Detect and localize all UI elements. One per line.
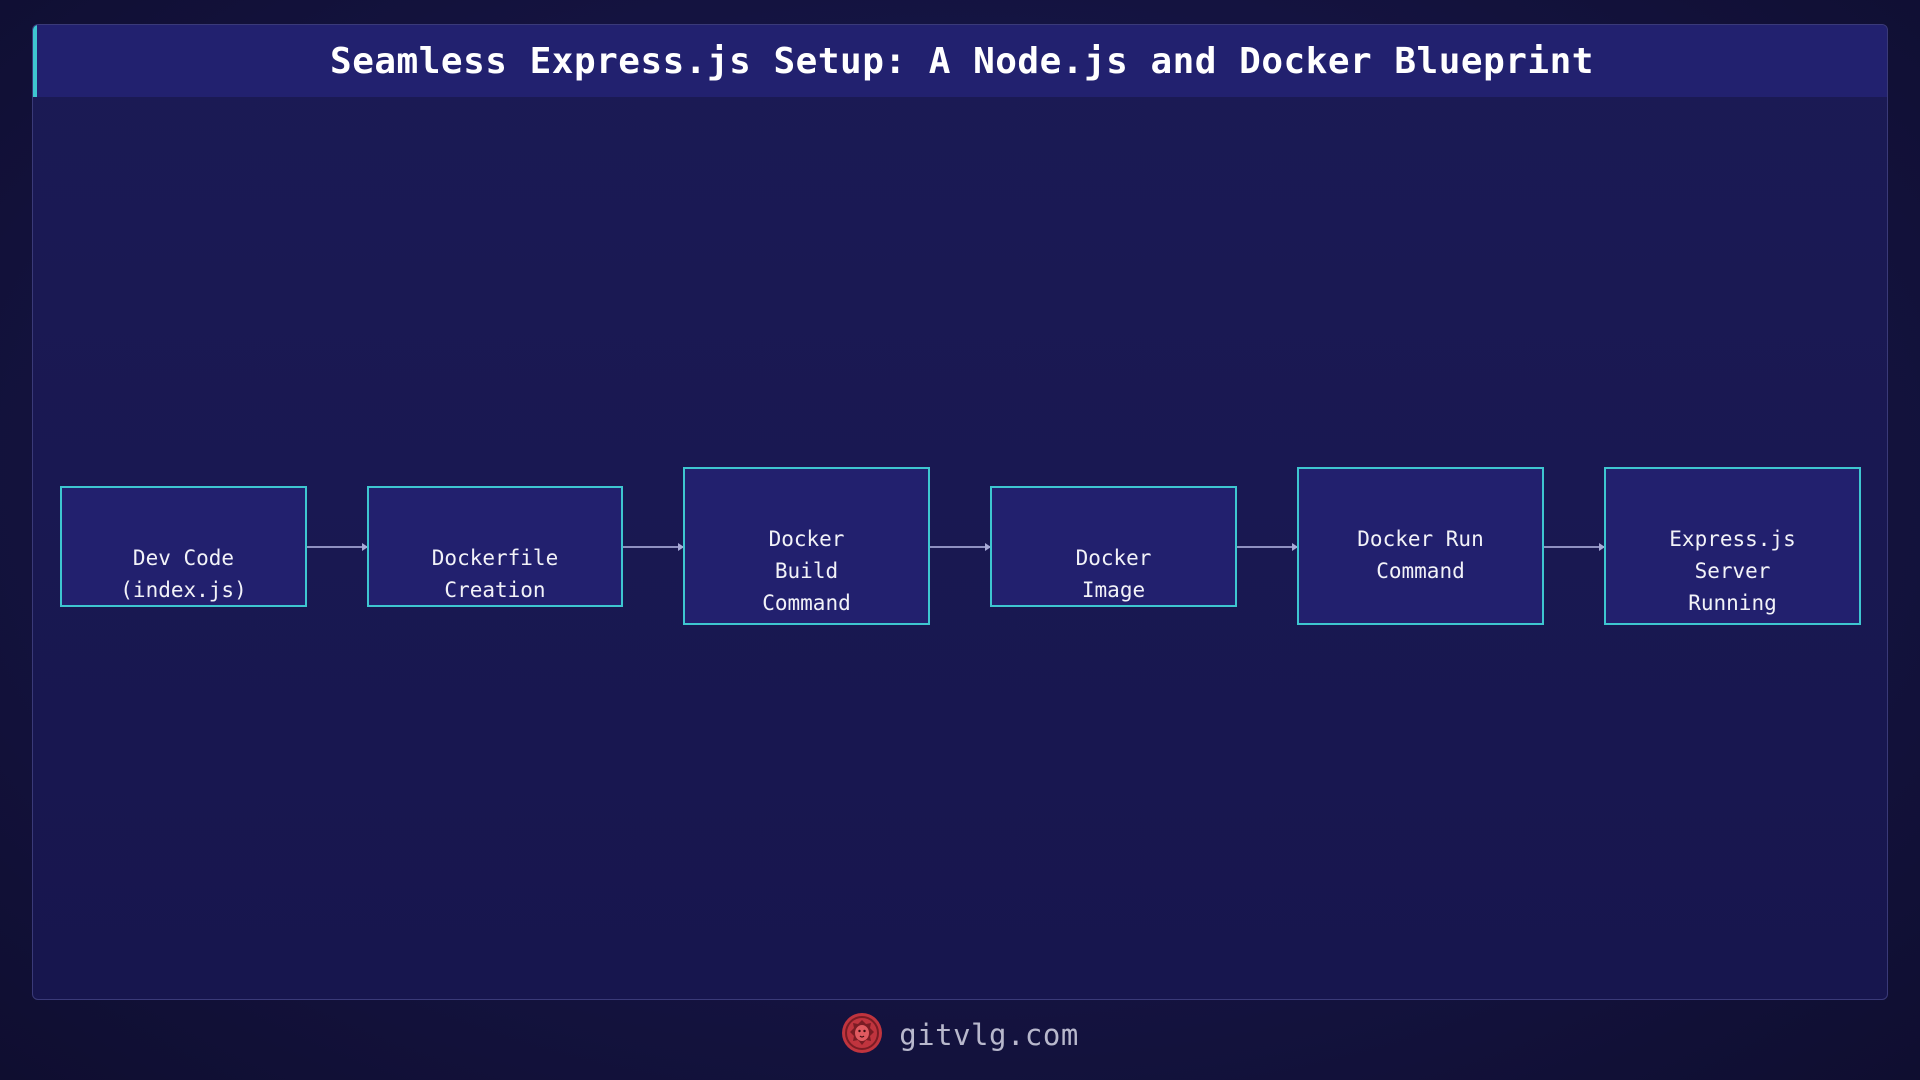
node-docker-run-command: Docker Run Command (1297, 467, 1544, 625)
edge-arrow (1237, 543, 1298, 551)
edge-arrow (623, 543, 684, 551)
edge-arrow (930, 543, 991, 551)
node-label: Docker Image (1075, 546, 1152, 602)
node-express-server-running: Express.js Server Running (1604, 467, 1861, 625)
edge-arrow (307, 543, 368, 551)
node-label: Dev Code (index.js) (120, 546, 247, 602)
footer: gitvlg.com (0, 1010, 1920, 1060)
flow-diagram: Dev Code (index.js) Dockerfile Creation … (0, 0, 1920, 1080)
edge-arrow (1544, 543, 1605, 551)
node-docker-image: Docker Image (990, 486, 1237, 607)
node-label: Dockerfile Creation (431, 546, 559, 602)
lion-head-icon (841, 1012, 883, 1058)
node-label: Docker Run Command (1357, 527, 1484, 583)
node-dev-code: Dev Code (index.js) (60, 486, 307, 607)
node-label: Express.js Server Running (1669, 527, 1796, 615)
footer-site-link[interactable]: gitvlg.com (899, 1018, 1079, 1052)
node-label: Docker Build Command (762, 527, 851, 615)
node-dockerfile-creation: Dockerfile Creation (367, 486, 623, 607)
page: Seamless Express.js Setup: A Node.js and… (0, 0, 1920, 1080)
node-docker-build-command: Docker Build Command (683, 467, 930, 625)
